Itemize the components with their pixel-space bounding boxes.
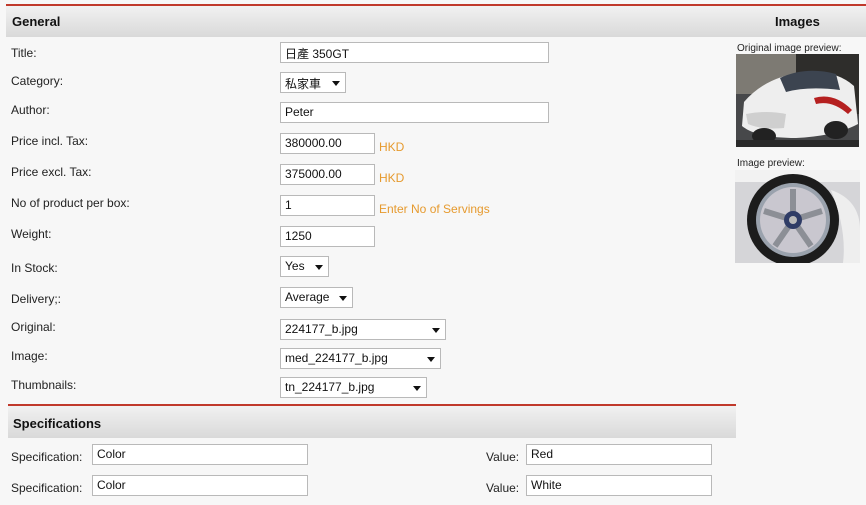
author-label: Author: bbox=[11, 103, 50, 117]
title-input[interactable]: 日產 350GT bbox=[280, 42, 549, 63]
image-label: Image: bbox=[11, 349, 48, 363]
value-label-2: Value: bbox=[486, 481, 520, 495]
category-label: Category: bbox=[11, 74, 64, 88]
original-label: Original: bbox=[11, 320, 56, 334]
image-preview bbox=[735, 170, 860, 263]
image-preview-caption: Image preview: bbox=[737, 158, 805, 169]
value-input-1[interactable]: Red bbox=[526, 444, 712, 465]
spec-input-1[interactable]: Color bbox=[92, 444, 308, 465]
price-incl-unit: HKD bbox=[379, 140, 405, 154]
price-incl-label: Price incl. Tax: bbox=[11, 134, 89, 148]
wheel-image bbox=[735, 170, 860, 263]
spec-input-2[interactable]: Color bbox=[92, 475, 308, 496]
category-select-value: 私家車 bbox=[285, 77, 322, 91]
thumbnails-label: Thumbnails: bbox=[11, 378, 77, 392]
image-select-value: med_224177_b.jpg bbox=[285, 351, 388, 365]
in-stock-select-value: Yes bbox=[285, 259, 305, 273]
chevron-down-icon bbox=[432, 328, 440, 333]
car-image bbox=[736, 54, 859, 147]
per-box-input[interactable]: 1 bbox=[280, 195, 375, 216]
chevron-down-icon bbox=[413, 386, 421, 391]
chevron-down-icon bbox=[315, 265, 323, 270]
thumbnails-select[interactable]: tn_224177_b.jpg bbox=[280, 377, 427, 398]
chevron-down-icon bbox=[427, 357, 435, 362]
original-select[interactable]: 224177_b.jpg bbox=[280, 319, 446, 340]
price-excl-unit: HKD bbox=[379, 171, 405, 185]
in-stock-select[interactable]: Yes bbox=[280, 256, 329, 277]
spec-label-2: Specification: bbox=[11, 481, 83, 495]
chevron-down-icon bbox=[339, 296, 347, 301]
general-title: General bbox=[12, 14, 61, 29]
price-excl-label: Price excl. Tax: bbox=[11, 165, 92, 179]
price-incl-input[interactable]: 380000.00 bbox=[280, 133, 375, 154]
images-title: Images bbox=[775, 14, 820, 29]
image-select[interactable]: med_224177_b.jpg bbox=[280, 348, 441, 369]
in-stock-label: In Stock: bbox=[11, 261, 58, 275]
value-input-2[interactable]: White bbox=[526, 475, 712, 496]
weight-label: Weight: bbox=[11, 227, 52, 241]
price-excl-input[interactable]: 375000.00 bbox=[280, 164, 375, 185]
author-input[interactable]: Peter bbox=[280, 102, 549, 123]
delivery-select-value: Average bbox=[285, 290, 330, 304]
general-header: General Images bbox=[6, 6, 866, 37]
per-box-label: No of product per box: bbox=[11, 196, 130, 210]
original-preview-caption: Original image preview: bbox=[737, 43, 842, 54]
title-label: Title: bbox=[11, 46, 37, 60]
delivery-select[interactable]: Average bbox=[280, 287, 353, 308]
specifications-header: Specifications bbox=[8, 406, 736, 438]
value-label-1: Value: bbox=[486, 450, 520, 464]
delivery-label: Delivery;: bbox=[11, 292, 62, 306]
category-select[interactable]: 私家車 bbox=[280, 72, 346, 93]
specifications-title: Specifications bbox=[13, 416, 102, 431]
weight-input[interactable]: 1250 bbox=[280, 226, 375, 247]
spec-label-1: Specification: bbox=[11, 450, 83, 464]
original-select-value: 224177_b.jpg bbox=[285, 322, 358, 336]
per-box-hint: Enter No of Servings bbox=[379, 202, 490, 216]
thumbnails-select-value: tn_224177_b.jpg bbox=[285, 380, 375, 394]
chevron-down-icon bbox=[332, 81, 340, 86]
original-image-preview bbox=[736, 54, 859, 147]
